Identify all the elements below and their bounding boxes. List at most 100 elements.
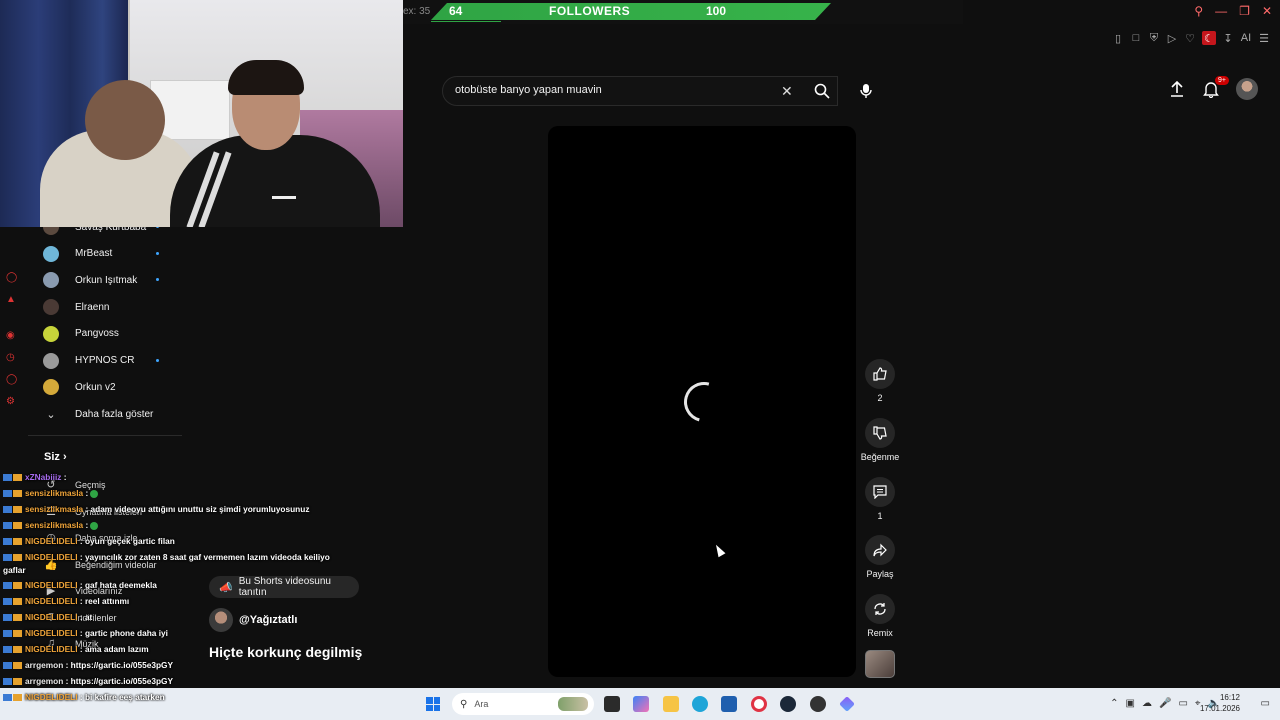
sidebar-you-item[interactable]: ↧ İndirilenler: [43, 611, 116, 625]
badge-icon: [13, 614, 22, 622]
dislike-button[interactable]: Beğenme: [860, 418, 900, 462]
widgets-icon[interactable]: [633, 696, 649, 712]
comments-circle[interactable]: [865, 477, 895, 507]
file-explorer-icon[interactable]: [663, 696, 679, 712]
promote-shorts-button[interactable]: 📣 Bu Shorts videosunu tanıtın: [209, 576, 359, 598]
audio-source-thumbnail[interactable]: [865, 650, 895, 678]
sidebar-subscription[interactable]: Orkun Işıtmak: [43, 269, 183, 291]
clock[interactable]: 16:12 17.01.2026: [1200, 692, 1240, 714]
search-icon: ⚲: [460, 698, 468, 710]
start-button[interactable]: [426, 697, 440, 711]
download-icon[interactable]: ↧: [1222, 32, 1234, 45]
followers-label: FOLLOWERS: [549, 4, 631, 18]
you-section-header[interactable]: Siz ›: [44, 451, 67, 463]
turkey-flag-icon[interactable]: ☾: [1202, 31, 1216, 45]
channel-avatar: [43, 299, 59, 316]
sidebar-you-item[interactable]: ♫ Müzik: [43, 637, 99, 651]
webcam-person-left-head: [85, 80, 165, 160]
badge-icon: [3, 614, 12, 622]
sidebar-you-item[interactable]: 👍 Beğendiğim videolar: [43, 558, 156, 572]
remix-circle[interactable]: [865, 594, 895, 624]
upload-icon[interactable]: [1168, 80, 1186, 98]
sidebar-you-item[interactable]: ☰ Oynatma listeleri: [43, 505, 142, 519]
account-avatar[interactable]: [1236, 78, 1258, 100]
clear-search-icon[interactable]: ✕: [781, 83, 793, 100]
close-icon[interactable]: ✕: [1262, 4, 1272, 18]
channel-avatar: [43, 272, 59, 289]
notifications-button[interactable]: 9+: [1200, 76, 1229, 100]
badge-icon: [13, 678, 22, 686]
badge-icon: [13, 554, 22, 562]
search-icon[interactable]: ⚲: [1194, 4, 1203, 18]
task-view-icon[interactable]: [604, 696, 620, 712]
chevron-down-icon: ⌄: [46, 408, 56, 421]
dislike-circle[interactable]: [865, 418, 895, 448]
sidebar-you-item[interactable]: ▶ Videolarınız: [43, 584, 123, 598]
sidebar-you-item[interactable]: ◷ Daha sonra izle: [43, 531, 137, 545]
tray-app-icon[interactable]: ▣: [1126, 698, 1135, 709]
store-icon[interactable]: [721, 696, 737, 712]
app-icon[interactable]: [839, 696, 855, 712]
display-icon[interactable]: ▭: [1178, 698, 1187, 709]
screenshot-icon[interactable]: □: [1130, 32, 1142, 44]
clock-time: 16:12: [1219, 693, 1240, 702]
badge-icon: [3, 538, 12, 546]
badge-icon: [3, 630, 12, 638]
sidebar-subscription[interactable]: Pangvoss: [43, 323, 183, 345]
goal-side-text: ex: 35: [403, 6, 431, 17]
subscription-name: Orkun Işıtmak: [75, 274, 138, 286]
badge-icon: [13, 522, 22, 530]
edge-icon[interactable]: [692, 696, 708, 712]
sidebar-subscription[interactable]: Elraenn: [43, 296, 183, 318]
search-button[interactable]: [805, 76, 838, 106]
megaphone-icon: 📣: [219, 581, 233, 594]
opera-icon[interactable]: [751, 696, 767, 712]
channel-info[interactable]: @Yağıztatlı: [209, 608, 297, 632]
notification-center-icon[interactable]: ▭: [1261, 698, 1270, 709]
comments-button[interactable]: 1: [860, 477, 900, 521]
sidebar-divider: [28, 435, 182, 436]
search-input[interactable]: [453, 83, 773, 97]
chevron-up-icon[interactable]: ⌃: [1110, 698, 1118, 709]
badge-icon: [3, 554, 12, 562]
sidebar-subscription[interactable]: MrBeast: [43, 243, 183, 265]
subscription-name: Pangvoss: [75, 328, 119, 340]
history-icon: ↺: [46, 479, 56, 491]
rail-icon[interactable]: ◯: [6, 374, 18, 388]
subscription-name: HYPNOS CR: [75, 355, 135, 366]
share-button[interactable]: Paylaş: [860, 535, 900, 579]
taskbar-search[interactable]: ⚲ Ara: [452, 693, 594, 715]
rail-icon[interactable]: ◯: [6, 272, 18, 286]
play-icon[interactable]: ▷: [1166, 32, 1178, 45]
app-icon[interactable]: [810, 696, 826, 712]
you-item-label: Videolarınız: [75, 586, 123, 596]
sidebar-subscription[interactable]: HYPNOS CR: [43, 350, 183, 372]
ai-icon[interactable]: AI: [1240, 32, 1252, 44]
sidebar-you-item[interactable]: ↺ Geçmiş: [43, 478, 105, 492]
rail-icon[interactable]: ◷: [6, 352, 18, 366]
menu-icon[interactable]: ☰: [1258, 32, 1270, 45]
search-icon: [814, 83, 830, 99]
bookmark-icon[interactable]: ▯: [1112, 32, 1124, 45]
like-button[interactable]: 2: [860, 359, 900, 403]
settings-icon[interactable]: ⚙: [6, 396, 18, 410]
thumbs-up-icon: [873, 367, 887, 381]
sidebar-subscription[interactable]: Orkun v2: [43, 376, 183, 398]
like-circle[interactable]: [865, 359, 895, 389]
show-more-button[interactable]: ⌄ Daha fazla göster: [43, 403, 183, 425]
cloud-icon[interactable]: ☁: [1142, 698, 1152, 709]
heart-icon[interactable]: ♡: [1184, 32, 1196, 45]
minimize-icon[interactable]: —: [1215, 4, 1227, 18]
remix-button[interactable]: Remix: [860, 594, 900, 638]
channel-avatar[interactable]: [209, 608, 233, 632]
badge-icon: [13, 598, 22, 606]
rail-icon[interactable]: ▲: [6, 294, 18, 308]
shield-icon[interactable]: ⛨: [1148, 32, 1160, 44]
rail-icon[interactable]: ◉: [6, 330, 18, 344]
share-circle[interactable]: [865, 535, 895, 565]
voice-search-button[interactable]: [852, 76, 880, 106]
channel-name[interactable]: @Yağıztatlı: [239, 614, 297, 626]
restore-icon[interactable]: ❐: [1239, 4, 1250, 18]
microphone-icon[interactable]: 🎤: [1159, 698, 1171, 709]
steam-icon[interactable]: [780, 696, 796, 712]
